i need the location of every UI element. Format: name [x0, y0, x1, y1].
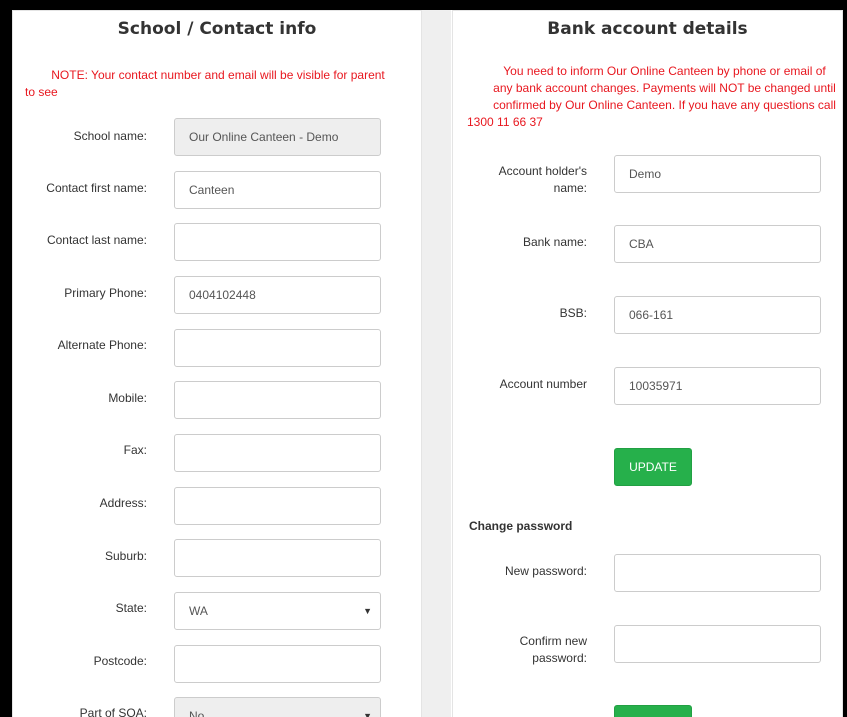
- new-password-label: New password:: [504, 564, 587, 578]
- update-bank-button[interactable]: UPDATE: [614, 448, 692, 486]
- new-password-input[interactable]: [614, 554, 821, 592]
- bank-account-panel: Bank account details You need to inform …: [452, 10, 843, 717]
- account-number-label: Account number: [499, 377, 587, 391]
- bank-change-note: You need to inform Our Online Canteen by…: [467, 64, 836, 129]
- confirm-password-label: Confirm new password:: [519, 634, 587, 665]
- postcode-input[interactable]: [174, 645, 381, 683]
- account-holder-label: Account holder's name:: [498, 164, 587, 195]
- change-password-title: Change password: [469, 519, 573, 533]
- part-of-soa-select-value: No: [189, 709, 205, 717]
- contact-first-name-label: Contact first name:: [46, 181, 147, 195]
- bsb-input[interactable]: 066-161: [614, 296, 821, 334]
- suburb-label: Suburb:: [104, 549, 147, 563]
- school-name-input[interactable]: Our Online Canteen - Demo: [174, 118, 381, 156]
- window-frame-top: [0, 0, 847, 10]
- school-name-label: School name:: [73, 129, 147, 143]
- panel-gutter: [421, 10, 451, 717]
- update-password-button[interactable]: [614, 705, 692, 717]
- window-frame-left: [0, 0, 12, 717]
- bank-name-input[interactable]: CBA: [614, 225, 821, 263]
- address-label: Address:: [99, 496, 147, 510]
- school-contact-panel: School / Contact info NOTE: Your contact…: [12, 10, 422, 717]
- contact-first-name-input[interactable]: Canteen: [174, 171, 381, 209]
- part-of-soa-label: Part of SOA:: [79, 706, 147, 717]
- bsb-label: BSB:: [559, 306, 587, 320]
- postcode-label: Postcode:: [93, 654, 147, 668]
- contact-visibility-note: NOTE: Your contact number and email will…: [25, 68, 385, 99]
- alternate-phone-label: Alternate Phone:: [57, 338, 147, 352]
- chevron-down-icon: ▼: [363, 711, 372, 717]
- confirm-password-input[interactable]: [614, 625, 821, 663]
- part-of-soa-select[interactable]: No ▼: [174, 697, 381, 717]
- mobile-input[interactable]: [174, 381, 381, 419]
- address-input[interactable]: [174, 487, 381, 525]
- state-select-value: WA: [189, 604, 208, 618]
- alternate-phone-input[interactable]: [174, 329, 381, 367]
- fax-label: Fax:: [123, 443, 147, 457]
- chevron-down-icon: ▼: [363, 606, 372, 616]
- state-select[interactable]: WA ▼: [174, 592, 381, 630]
- account-holder-input[interactable]: Demo: [614, 155, 821, 193]
- primary-phone-label: Primary Phone:: [64, 286, 147, 300]
- account-number-input[interactable]: 10035971: [614, 367, 821, 405]
- panel-title: School / Contact info: [117, 19, 317, 39]
- mobile-label: Mobile:: [108, 391, 147, 405]
- suburb-input[interactable]: [174, 539, 381, 577]
- contact-last-name-input[interactable]: [174, 223, 381, 261]
- bank-name-label: Bank name:: [522, 235, 587, 249]
- state-label: State:: [115, 601, 147, 615]
- fax-input[interactable]: [174, 434, 381, 472]
- panel-title: Bank account details: [547, 19, 748, 39]
- primary-phone-input[interactable]: 0404102448: [174, 276, 381, 314]
- contact-last-name-label: Contact last name:: [46, 233, 147, 247]
